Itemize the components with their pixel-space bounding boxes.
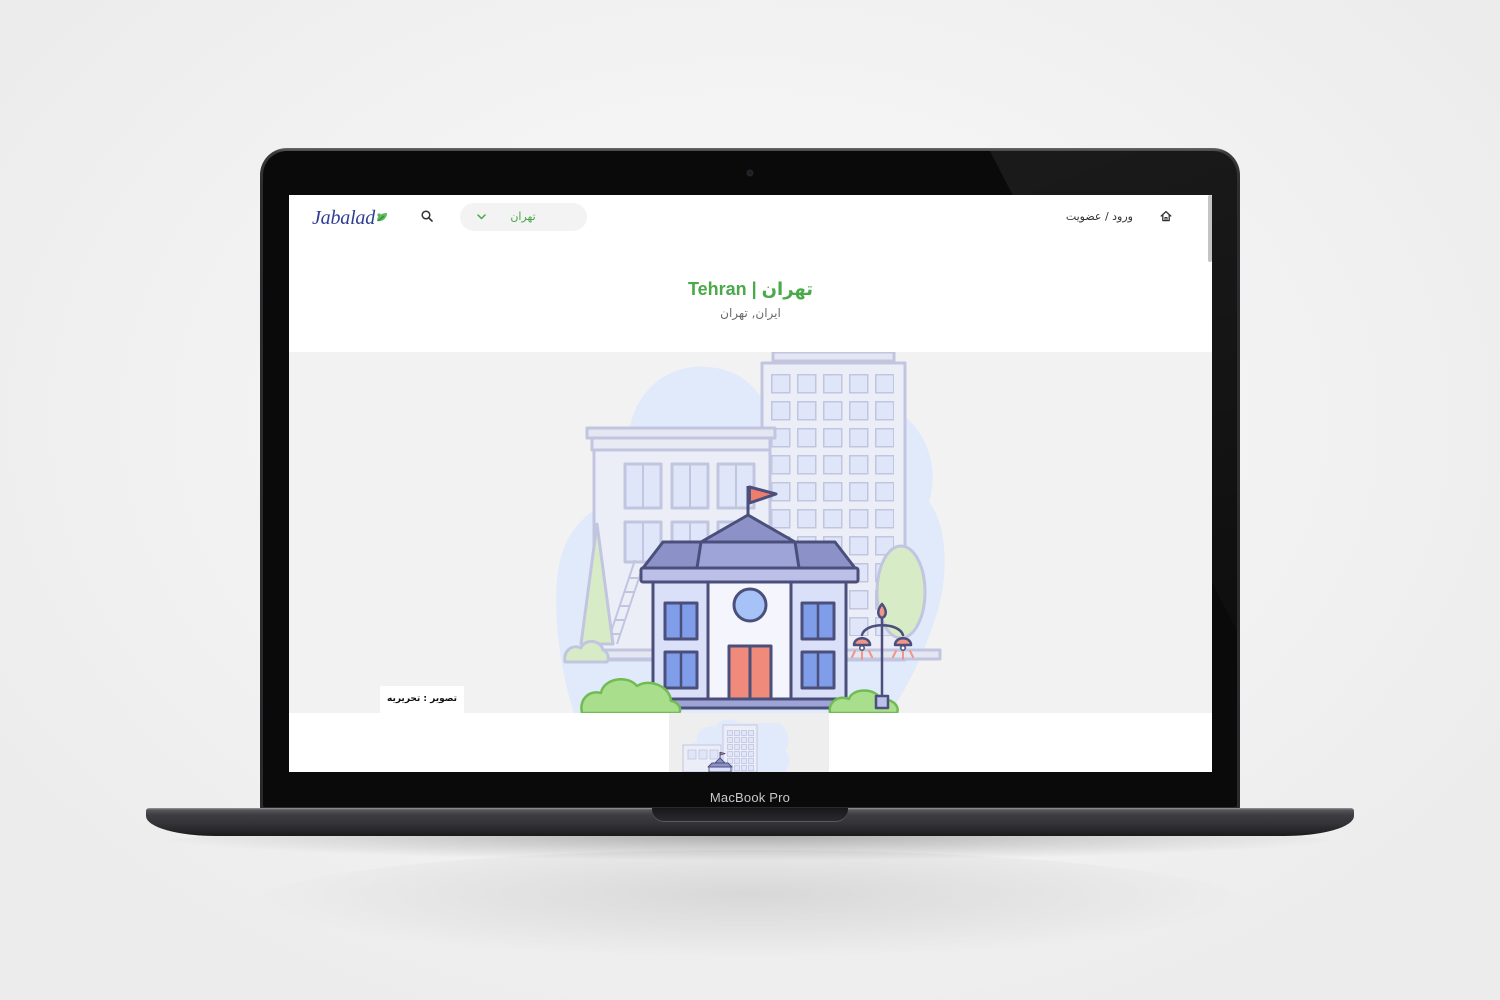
screen-bezel: Jabalad تهران ورود / عضویت تهران | Tehra… [263, 151, 1237, 807]
round-window [732, 587, 768, 623]
laptop-lid: Jabalad تهران ورود / عضویت تهران | Tehra… [260, 148, 1240, 810]
login-register-link[interactable]: ورود / عضویت [1066, 209, 1133, 225]
camera-dot [747, 170, 753, 176]
building-step [655, 697, 844, 710]
logo-text: Jabalad [312, 207, 376, 229]
lid-notch [652, 808, 848, 822]
page-location: ایران, تهران [720, 306, 781, 320]
site-header: Jabalad تهران ورود / عضویت [289, 195, 1212, 241]
image-caption: تصویر : تحریریه [380, 686, 465, 713]
chevron-down-icon [477, 214, 486, 220]
gallery-thumbnail[interactable] [669, 713, 829, 772]
roof-band [639, 566, 860, 584]
city-select-value: تهران [510, 210, 536, 223]
home-icon[interactable] [1160, 210, 1172, 222]
device-model-label: MacBook Pro [709, 790, 791, 805]
laptop-floor-shadow [250, 850, 1250, 960]
thumbnail-image [669, 713, 829, 772]
city-select[interactable]: تهران [460, 203, 587, 231]
site-logo[interactable]: Jabalad [312, 206, 388, 230]
page-title: تهران | Tehran [687, 279, 814, 299]
hero-image [289, 352, 1212, 713]
center-roof [695, 540, 801, 570]
laptop-base [146, 808, 1354, 836]
page-scrollbar[interactable] [1208, 195, 1212, 262]
browser-screen: Jabalad تهران ورود / عضویت تهران | Tehra… [289, 195, 1212, 772]
search-icon[interactable] [421, 210, 433, 222]
leaf-icon [377, 212, 388, 221]
hero-illustration [556, 352, 945, 713]
